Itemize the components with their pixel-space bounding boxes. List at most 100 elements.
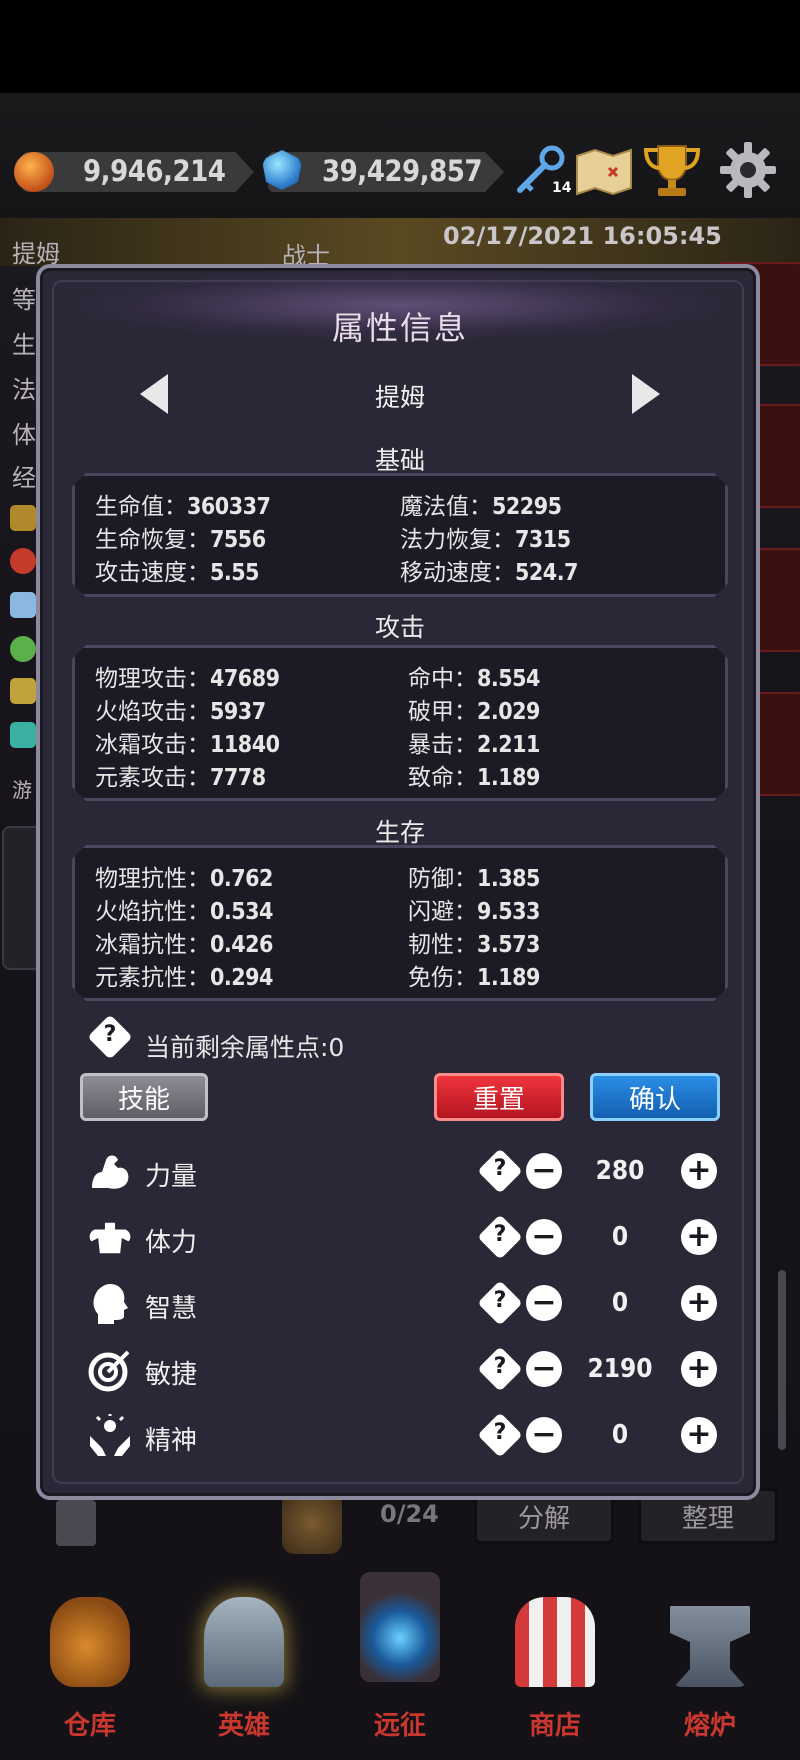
- stamina-plus-button[interactable]: +: [681, 1219, 717, 1255]
- nav-label: 熔炉: [683, 1711, 736, 1741]
- nav-forge[interactable]: 熔炉: [640, 1582, 780, 1760]
- attr-value-wisdom: 0: [611, 1288, 629, 1318]
- nav-label: 英雄: [217, 1711, 270, 1741]
- stat-phys-resist: 物理抗性：0.762: [95, 866, 273, 892]
- panel-title: 属性信息: [331, 309, 468, 347]
- attr-label-strength: 力量: [145, 1162, 198, 1192]
- map-button[interactable]: [572, 140, 636, 204]
- help-glyph: ?: [493, 1156, 507, 1181]
- stamina-minus-button[interactable]: −: [526, 1219, 562, 1255]
- attr-help-button[interactable]: ?: [477, 1214, 523, 1260]
- stat-phys-attack: 物理攻击：47689: [95, 666, 280, 692]
- portal-icon: [360, 1572, 440, 1682]
- spirit-hands-icon: [88, 1414, 132, 1458]
- bg-scrollbar: [778, 1270, 786, 1450]
- settings-button[interactable]: [716, 138, 780, 202]
- head-icon: [88, 1282, 132, 1326]
- strength-plus-button[interactable]: +: [681, 1153, 717, 1189]
- nav-label: 远征: [373, 1711, 426, 1741]
- bg-trash-icon: [56, 1500, 96, 1546]
- stat-lethal: 致命：1.189: [408, 765, 540, 791]
- help-glyph: ?: [493, 1420, 507, 1445]
- attr-value-stamina: 0: [611, 1222, 629, 1252]
- attr-help-button[interactable]: ?: [477, 1280, 523, 1326]
- wing-icon: [10, 722, 36, 748]
- reset-button[interactable]: 重置: [434, 1073, 564, 1121]
- stat-frost-attack: 冰霜攻击：11840: [95, 732, 280, 758]
- points-help-button[interactable]: ?: [87, 1014, 133, 1060]
- stat-element-resist: 元素抗性：0.294: [95, 965, 273, 991]
- stat-dodge: 闪避：9.533: [408, 899, 540, 925]
- stat-crit: 暴击：2.211: [408, 732, 540, 758]
- section-title-basic: 基础: [374, 446, 425, 475]
- attr-label-wisdom: 智慧: [145, 1294, 198, 1324]
- muscle-arm-icon: [88, 1150, 132, 1194]
- spirit-minus-button[interactable]: −: [526, 1417, 562, 1453]
- bg-bag-icon: [282, 1492, 342, 1554]
- attr-help-button[interactable]: ?: [477, 1346, 523, 1392]
- nav-expedition[interactable]: 远征: [330, 1572, 470, 1760]
- stat-fire-attack: 火焰攻击：5937: [95, 699, 266, 725]
- gems-amount: 39,429,857: [322, 154, 483, 188]
- stat-move-speed: 移动速度：524.7: [400, 560, 578, 586]
- nav-label: 商店: [528, 1711, 581, 1741]
- nav-shop[interactable]: 商店: [485, 1582, 625, 1760]
- section-title-attack: 攻击: [374, 613, 425, 642]
- remaining-points: 当前剩余属性点:0: [145, 1033, 345, 1062]
- stat-hp: 生命值：360337: [95, 494, 271, 520]
- help-glyph: ?: [103, 1022, 117, 1047]
- attr-value-spirit: 0: [611, 1420, 629, 1450]
- status-bar: [0, 0, 800, 93]
- section-title-survival: 生存: [374, 818, 425, 847]
- stat-attack-speed: 攻击速度：5.55: [95, 560, 260, 586]
- stat-element-attack: 元素攻击：7778: [95, 765, 266, 791]
- stat-damage-reduction: 免伤：1.189: [408, 965, 540, 991]
- attr-help-button[interactable]: ?: [477, 1412, 523, 1458]
- wisdom-plus-button[interactable]: +: [681, 1285, 717, 1321]
- attr-label-spirit: 精神: [145, 1426, 198, 1456]
- nav-heroes[interactable]: 英雄: [174, 1582, 314, 1760]
- help-glyph: ?: [493, 1288, 507, 1313]
- skill-button[interactable]: 技能: [80, 1073, 208, 1121]
- attr-help-button[interactable]: ?: [477, 1148, 523, 1194]
- stat-armor-break: 破甲：2.029: [408, 699, 540, 725]
- nav-label: 仓库: [63, 1711, 116, 1741]
- wisdom-minus-button[interactable]: −: [526, 1285, 562, 1321]
- help-glyph: ?: [493, 1354, 507, 1379]
- gold-icon: [14, 152, 54, 192]
- stat-hp-regen: 生命恢复：7556: [95, 527, 266, 553]
- arrow-up-icon: [10, 678, 36, 704]
- shop-icon: [515, 1597, 595, 1687]
- sack-icon: [50, 1597, 130, 1687]
- agility-minus-button[interactable]: −: [526, 1351, 562, 1387]
- bg-datetime: 02/17/2021 16:05:45: [443, 222, 722, 250]
- attr-value-agility: 2190: [587, 1354, 653, 1384]
- stat-mp: 魔法值：52295: [400, 494, 562, 520]
- key-count: 14: [552, 180, 572, 196]
- attr-label-stamina: 体力: [145, 1228, 198, 1258]
- stat-hit: 命中：8.554: [408, 666, 540, 692]
- inventory-count: 0/24: [380, 1500, 439, 1528]
- next-hero-arrow[interactable]: [632, 374, 660, 414]
- agility-plus-button[interactable]: +: [681, 1351, 717, 1387]
- stat-frost-resist: 冰霜抗性：0.426: [95, 932, 273, 958]
- fire-icon: [10, 548, 36, 574]
- sword-icon: [10, 505, 36, 531]
- trophy-button[interactable]: [640, 138, 704, 202]
- spirit-plus-button[interactable]: +: [681, 1417, 717, 1453]
- help-glyph: ?: [493, 1222, 507, 1247]
- bg-side-label: 游: [12, 778, 32, 802]
- stat-toughness: 韧性：3.573: [408, 932, 540, 958]
- stat-fire-resist: 火焰抗性：0.534: [95, 899, 273, 925]
- stat-defense: 防御：1.385: [408, 866, 540, 892]
- stat-mp-regen: 法力恢复：7315: [400, 527, 571, 553]
- nav-warehouse[interactable]: 仓库: [20, 1582, 160, 1760]
- confirm-button[interactable]: 确认: [590, 1073, 720, 1121]
- strength-minus-button[interactable]: −: [526, 1153, 562, 1189]
- helmet-icon: [204, 1597, 284, 1687]
- gold-amount: 9,946,214: [83, 154, 226, 188]
- gear-icon: [720, 142, 776, 198]
- map-icon: [576, 148, 632, 196]
- attr-value-strength: 280: [595, 1156, 645, 1186]
- attr-label-agility: 敏捷: [145, 1360, 198, 1390]
